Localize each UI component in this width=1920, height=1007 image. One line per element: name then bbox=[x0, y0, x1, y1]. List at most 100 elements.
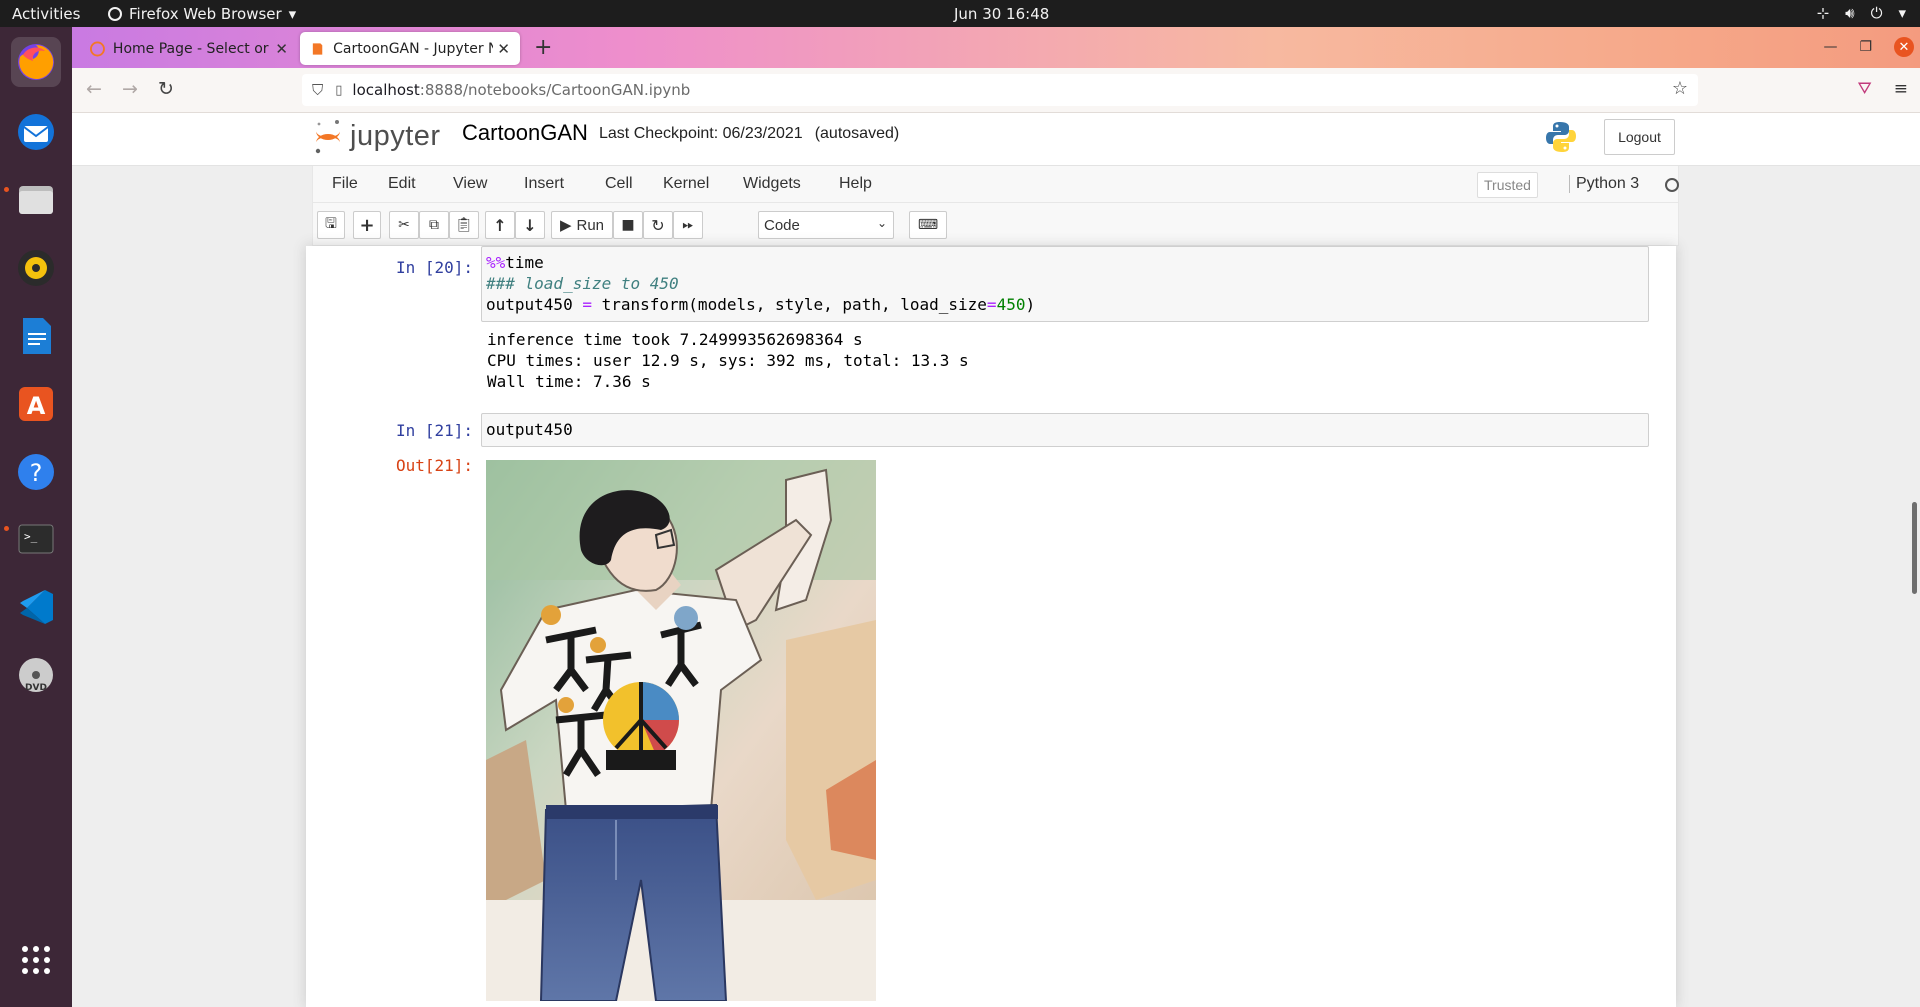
dock-app-grid[interactable] bbox=[11, 935, 61, 985]
cell-20-input[interactable]: %%time ### load_size to 450 output450 = … bbox=[481, 246, 1649, 322]
autosave-text: (autosaved) bbox=[814, 125, 900, 142]
svg-text:>_: >_ bbox=[24, 530, 38, 543]
dock-vscode[interactable] bbox=[11, 582, 61, 632]
dock-rhythmbox[interactable] bbox=[11, 243, 61, 293]
firefox-app-icon bbox=[108, 7, 122, 21]
checkpoint-text: Last Checkpoint: 06/23/2021 bbox=[599, 125, 803, 142]
code-text: output450 bbox=[486, 295, 583, 314]
new-tab-button[interactable]: + bbox=[534, 35, 552, 60]
notebook-title[interactable]: CartoonGAN bbox=[462, 120, 588, 146]
pocket-icon[interactable]: ⛛ bbox=[1857, 79, 1871, 99]
copy-icon: ⧉ bbox=[429, 217, 439, 233]
system-tray[interactable]: ⊹ 🔊︎ ⏻ ▾ bbox=[1817, 4, 1906, 22]
menu-edit[interactable]: Edit bbox=[388, 175, 416, 193]
activities-button[interactable]: Activities bbox=[12, 5, 80, 23]
notebook-container: In [20]: %%time ### load_size to 450 out… bbox=[306, 246, 1676, 1007]
code-text: output450 bbox=[486, 420, 573, 439]
notebook-toolbar: 🖫 + ✂ ⧉ 📋︎ ↑ ↓ ▶ Run ■ ↻ ⏩︎ Code ⌄ ⌨ bbox=[312, 203, 1679, 246]
python-logo-icon bbox=[1546, 122, 1576, 152]
tab-cartoongan[interactable]: CartoonGAN - Jupyter Notebook ✕ bbox=[300, 32, 520, 65]
browser-tools: ⛛ ≡ bbox=[1857, 79, 1908, 99]
app-menu[interactable]: Firefox Web Browser ▾ bbox=[108, 5, 296, 23]
restart-run-all-button[interactable]: ⏩︎ bbox=[673, 211, 703, 239]
forward-arrow-icon[interactable]: → bbox=[122, 78, 138, 100]
tab-home-page[interactable]: Home Page - Select or create ✕ bbox=[80, 32, 298, 65]
dock-help[interactable]: ? bbox=[11, 447, 61, 497]
code-text: transform(models, style, path, load_size bbox=[591, 295, 987, 314]
volume-icon: 🔊︎ bbox=[1845, 4, 1855, 22]
cut-button[interactable]: ✂ bbox=[389, 211, 419, 239]
logout-button[interactable]: Logout bbox=[1604, 119, 1675, 155]
trusted-indicator[interactable]: Trusted bbox=[1477, 172, 1538, 198]
jupyter-logo-icon bbox=[315, 120, 340, 154]
magic-prefix: %% bbox=[486, 253, 506, 272]
arrow-down-icon: ↓ bbox=[523, 215, 537, 235]
menu-cell[interactable]: Cell bbox=[605, 175, 633, 193]
menu-kernel[interactable]: Kernel bbox=[663, 175, 709, 193]
jupyter-header: jupyter CartoonGAN Last Checkpoint: 06/2… bbox=[72, 113, 1920, 166]
dock-writer[interactable] bbox=[11, 311, 61, 361]
hamburger-menu-icon[interactable]: ≡ bbox=[1894, 79, 1908, 99]
insert-cell-button[interactable]: + bbox=[353, 211, 381, 239]
cell-type-select[interactable]: Code ⌄ bbox=[758, 211, 894, 239]
maximize-icon[interactable]: ❐ bbox=[1859, 39, 1872, 55]
url-bar[interactable]: ⛉ ▯ localhost:8888/notebooks/CartoonGAN.… bbox=[302, 74, 1698, 106]
restart-button[interactable]: ↻ bbox=[643, 211, 673, 239]
dock-dvd[interactable]: DVD bbox=[11, 650, 61, 700]
code-text: ) bbox=[1025, 295, 1036, 314]
dock-software[interactable]: A bbox=[11, 379, 61, 429]
scissors-icon: ✂ bbox=[398, 217, 410, 233]
power-icon: ⏻ bbox=[1870, 4, 1883, 22]
window-close-icon[interactable]: ✕ bbox=[1894, 37, 1914, 57]
close-icon[interactable]: ✕ bbox=[497, 40, 510, 58]
code-operator: = bbox=[582, 295, 592, 314]
run-button[interactable]: ▶ Run bbox=[551, 211, 613, 239]
dock: A ? >_ DVD bbox=[0, 27, 72, 1007]
dock-firefox[interactable] bbox=[11, 37, 61, 87]
window-controls: — ❐ ✕ bbox=[1823, 37, 1914, 57]
dock-files[interactable] bbox=[11, 175, 61, 225]
move-down-button[interactable]: ↓ bbox=[515, 211, 545, 239]
thunderbird-icon bbox=[18, 114, 54, 150]
save-icon: 🖫 bbox=[325, 216, 337, 232]
dvd-icon: DVD bbox=[19, 658, 53, 693]
page-scrollbar[interactable] bbox=[1912, 502, 1917, 594]
cell-21-input[interactable]: output450 bbox=[481, 413, 1649, 447]
dock-terminal[interactable]: >_ bbox=[11, 514, 61, 564]
caret-down-icon: ▾ bbox=[288, 5, 297, 23]
back-arrow-icon[interactable]: ← bbox=[86, 78, 102, 100]
url-host: localhost bbox=[352, 81, 420, 99]
cell-21-prompt: In [21]: bbox=[395, 421, 473, 440]
bookmark-star-icon[interactable]: ☆ bbox=[1672, 78, 1688, 99]
menu-widgets[interactable]: Widgets bbox=[743, 175, 801, 193]
interrupt-button[interactable]: ■ bbox=[613, 211, 643, 239]
cartoon-person-picture bbox=[486, 460, 876, 1001]
browser-navbar: ← → ↻ ⛉ ▯ localhost:8888/notebooks/Carto… bbox=[72, 68, 1920, 113]
page-content: jupyter CartoonGAN Last Checkpoint: 06/2… bbox=[72, 113, 1920, 1007]
menu-view[interactable]: View bbox=[453, 175, 487, 193]
copy-button[interactable]: ⧉ bbox=[419, 211, 449, 239]
dock-thunderbird[interactable] bbox=[11, 107, 61, 157]
notebook-favicon bbox=[312, 42, 323, 55]
close-icon[interactable]: ✕ bbox=[275, 40, 288, 58]
move-up-button[interactable]: ↑ bbox=[485, 211, 515, 239]
code-operator: = bbox=[986, 295, 997, 314]
command-palette-button[interactable]: ⌨ bbox=[909, 211, 947, 239]
menu-file[interactable]: File bbox=[332, 175, 358, 193]
tab-label: Home Page - Select or create bbox=[112, 40, 272, 57]
minimize-icon[interactable]: — bbox=[1823, 39, 1837, 55]
menu-insert[interactable]: Insert bbox=[524, 175, 564, 193]
paste-button[interactable]: 📋︎ bbox=[449, 211, 479, 239]
clock[interactable]: Jun 30 16:48 bbox=[954, 5, 1049, 23]
plus-icon: + bbox=[359, 214, 375, 236]
kernel-name[interactable]: Python 3 bbox=[1569, 175, 1639, 193]
menu-help[interactable]: Help bbox=[839, 175, 872, 193]
cartoon-output-image bbox=[486, 460, 876, 1001]
notebook-menubar: File Edit View Insert Cell Kernel Widget… bbox=[312, 166, 1679, 203]
arrow-up-icon: ↑ bbox=[493, 215, 507, 235]
save-button[interactable]: 🖫 bbox=[317, 211, 345, 239]
tab-label: CartoonGAN - Jupyter Notebook bbox=[333, 40, 494, 57]
shield-icon: ⛉ bbox=[312, 81, 324, 99]
reload-icon[interactable]: ↻ bbox=[158, 78, 174, 100]
jupyter-logo[interactable]: jupyter bbox=[314, 117, 441, 155]
